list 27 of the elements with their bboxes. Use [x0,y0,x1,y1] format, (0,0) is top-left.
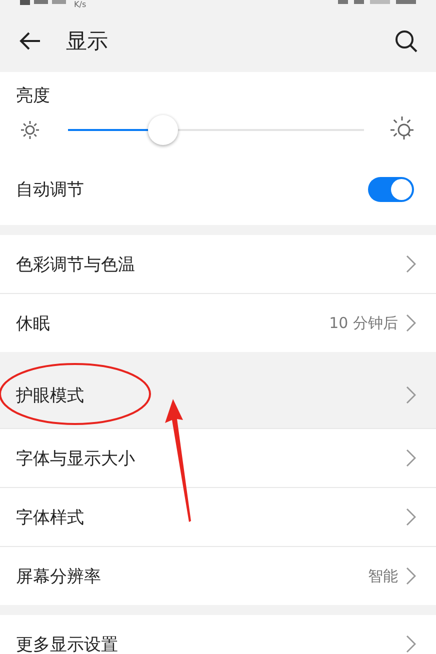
brightness-label: 亮度 [15,85,51,107]
item-label: 更多显示设置 [16,634,118,654]
page-title: 显示 [66,28,108,55]
chevron-icon [406,314,416,332]
item-label: 字体样式 [16,506,84,528]
search-icon[interactable] [394,29,418,53]
chevron-icon [406,255,416,273]
chevron-icon [406,508,416,526]
item-label: 屏幕分辨率 [16,566,101,588]
back-icon[interactable] [18,31,42,51]
item-label: 字体与显示大小 [16,448,135,470]
settings-item[interactable]: 护眼模式 [0,362,436,429]
auto-adjust-label: 自动调节 [16,178,84,200]
chevron-icon [406,449,416,467]
chevron-icon [406,635,416,653]
dim-sun-icon [18,118,42,142]
item-label: 色彩调节与色温 [16,254,135,276]
slider-thumb[interactable] [148,115,178,145]
chevron-icon [406,386,416,404]
brightness-slider[interactable] [68,114,364,146]
item-value: 10 分钟后 [329,314,398,332]
item-label: 休眠 [16,312,50,334]
toggle-switch[interactable] [368,176,414,202]
network-speed: K/s [74,0,86,9]
item-value: 智能 [368,566,398,586]
item-label: 护眼模式 [16,384,84,406]
chevron-icon [406,567,416,585]
